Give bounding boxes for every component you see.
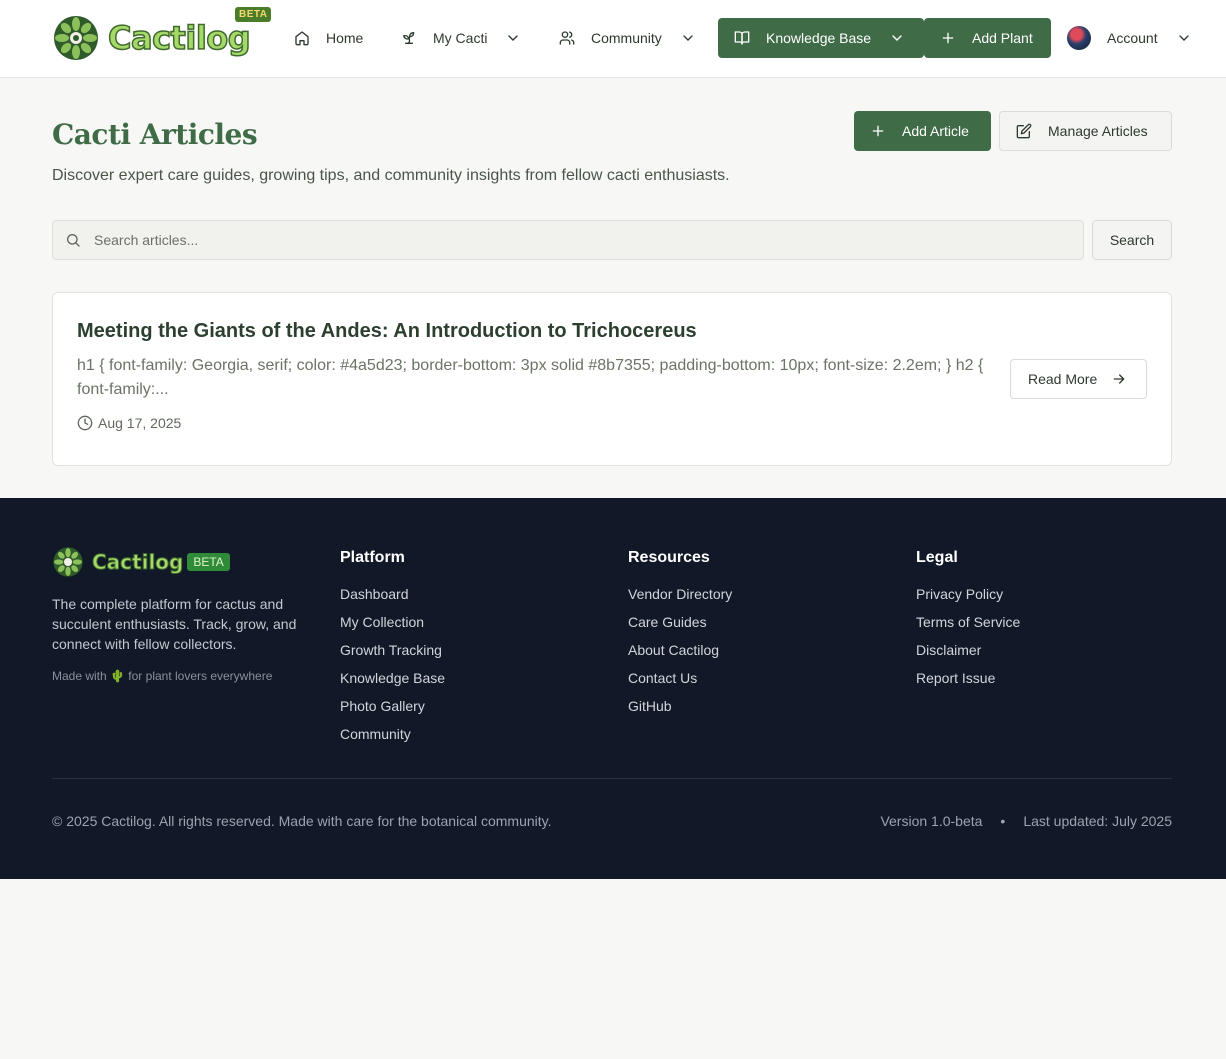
footer-link-contact[interactable]: Contact Us xyxy=(628,670,732,698)
footer-logo-text: Cactilog xyxy=(91,550,184,575)
users-icon xyxy=(559,31,575,45)
chevron-down-icon xyxy=(508,35,519,41)
nav-knowledge-base-label: Knowledge Base xyxy=(766,30,872,46)
footer-link-my-collection[interactable]: My Collection xyxy=(340,614,445,642)
footer-link-growth-tracking[interactable]: Growth Tracking xyxy=(340,642,445,670)
home-icon xyxy=(295,31,309,46)
footer-link-community[interactable]: Community xyxy=(340,726,445,754)
footer-resources-column: Resources Vendor Directory Care Guides A… xyxy=(628,549,732,726)
arrow-right-icon xyxy=(1113,374,1125,384)
page-description: Discover expert care guides, growing tip… xyxy=(52,167,730,184)
footer-platform-heading: Platform xyxy=(340,549,405,566)
article-title[interactable]: Meeting the Giants of the Andes: An Intr… xyxy=(77,320,697,343)
footer-link-dashboard[interactable]: Dashboard xyxy=(340,586,445,614)
read-more-button[interactable]: Read More xyxy=(1010,359,1147,399)
nav-community-label: Community xyxy=(591,30,662,46)
nav-community[interactable]: Community xyxy=(559,18,696,58)
footer-version: Version 1.0-beta xyxy=(880,813,983,829)
avatar xyxy=(1067,26,1091,50)
logo-text: Cactilog xyxy=(107,18,251,58)
footer-description: The complete platform for cactus and suc… xyxy=(52,596,297,652)
article-date-text: Aug 17, 2025 xyxy=(98,415,182,431)
nav-home-label: Home xyxy=(326,30,364,46)
footer-separator: • xyxy=(1000,813,1006,829)
footer-link-about[interactable]: About Cactilog xyxy=(628,642,732,670)
footer-link-photo-gallery[interactable]: Photo Gallery xyxy=(340,698,445,726)
footer-link-terms[interactable]: Terms of Service xyxy=(916,614,1020,642)
search-icon xyxy=(67,234,80,247)
footer-last-updated: Last updated: July 2025 xyxy=(1023,813,1172,829)
footer-link-disclaimer[interactable]: Disclaimer xyxy=(916,642,1020,670)
nav-home[interactable]: Home xyxy=(294,18,363,58)
footer-meta: Version 1.0-beta • Last updated: July 20… xyxy=(880,813,1172,829)
article-card: Meeting the Giants of the Andes: An Intr… xyxy=(52,292,1172,466)
footer-legal-column: Legal Privacy Policy Terms of Service Di… xyxy=(916,549,1020,698)
footer-platform-column: Platform Dashboard My Collection Growth … xyxy=(340,549,445,754)
search-input[interactable] xyxy=(94,232,1044,248)
page-title: Cacti Articles xyxy=(52,118,258,151)
footer-made-with: Made with 🌵 for plant lovers everywhere xyxy=(52,669,273,683)
add-plant-label: Add Plant xyxy=(972,30,1033,46)
footer-legal-heading: Legal xyxy=(916,549,958,566)
footer-link-care-guides[interactable]: Care Guides xyxy=(628,614,732,642)
manage-articles-button[interactable]: Manage Articles xyxy=(999,111,1172,151)
footer-resources-heading: Resources xyxy=(628,549,710,566)
nav-my-cacti-label: My Cacti xyxy=(433,30,488,46)
search-box xyxy=(52,220,1084,260)
add-article-label: Add Article xyxy=(902,123,969,139)
book-open-icon xyxy=(734,31,750,45)
beta-badge: BETA xyxy=(235,7,272,22)
account-menu[interactable]: Account xyxy=(1067,18,1192,58)
read-more-label: Read More xyxy=(1028,371,1098,387)
footer-link-github[interactable]: GitHub xyxy=(628,698,732,726)
footer-copyright: © 2025 Cactilog. All rights reserved. Ma… xyxy=(52,813,552,829)
footer-divider xyxy=(52,778,1172,779)
account-label: Account xyxy=(1107,30,1158,46)
chevron-down-icon xyxy=(683,35,693,41)
clock-icon xyxy=(77,415,93,431)
sprout-icon xyxy=(403,31,415,44)
search-button[interactable]: Search xyxy=(1092,220,1172,260)
chevron-down-icon xyxy=(1178,35,1189,41)
footer-link-report-issue[interactable]: Report Issue xyxy=(916,670,1020,698)
plus-icon xyxy=(872,125,884,137)
site-footer: Cactilog BETA The complete platform for … xyxy=(0,498,1226,879)
footer-logo[interactable]: Cactilog BETA xyxy=(52,546,230,578)
nav-knowledge-base[interactable]: Knowledge Base xyxy=(718,18,924,58)
manage-articles-label: Manage Articles xyxy=(1048,123,1148,139)
article-date: Aug 17, 2025 xyxy=(77,415,181,431)
chevron-down-icon xyxy=(892,35,902,41)
site-logo[interactable]: Cactilog BETA xyxy=(52,7,272,64)
footer-link-privacy[interactable]: Privacy Policy xyxy=(916,586,1020,614)
footer-link-knowledge-base[interactable]: Knowledge Base xyxy=(340,670,445,698)
edit-icon xyxy=(1016,123,1032,139)
article-excerpt: h1 { font-family: Georgia, serif; color:… xyxy=(77,357,984,398)
search-button-label: Search xyxy=(1109,232,1155,248)
footer-link-vendor-directory[interactable]: Vendor Directory xyxy=(628,586,732,614)
cactus-logo-icon xyxy=(54,16,98,60)
nav-my-cacti[interactable]: My Cacti xyxy=(401,18,521,58)
footer-beta-badge: BETA xyxy=(187,553,230,571)
cactus-logo-icon xyxy=(53,547,83,577)
plus-icon xyxy=(942,32,954,44)
add-article-button[interactable]: Add Article xyxy=(854,111,991,151)
add-plant-button[interactable]: Add Plant xyxy=(924,18,1051,58)
top-navbar: Cactilog BETA Home My Cacti Community Kn… xyxy=(0,0,1226,78)
